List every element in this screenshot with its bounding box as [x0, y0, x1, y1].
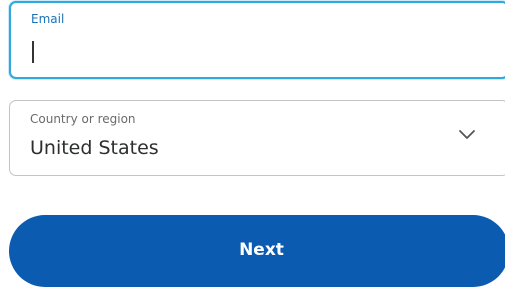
next-button[interactable]: Next: [9, 215, 505, 287]
email-field[interactable]: Email: [9, 1, 505, 79]
chevron-down-icon: [459, 130, 475, 139]
country-value: United States: [30, 137, 159, 159]
next-button-label: Next: [239, 240, 284, 260]
email-input[interactable]: [29, 37, 471, 65]
email-label: Email: [31, 12, 65, 26]
country-select[interactable]: Country or region United States: [9, 100, 505, 176]
text-caret: [32, 41, 34, 63]
country-label: Country or region: [30, 112, 136, 126]
